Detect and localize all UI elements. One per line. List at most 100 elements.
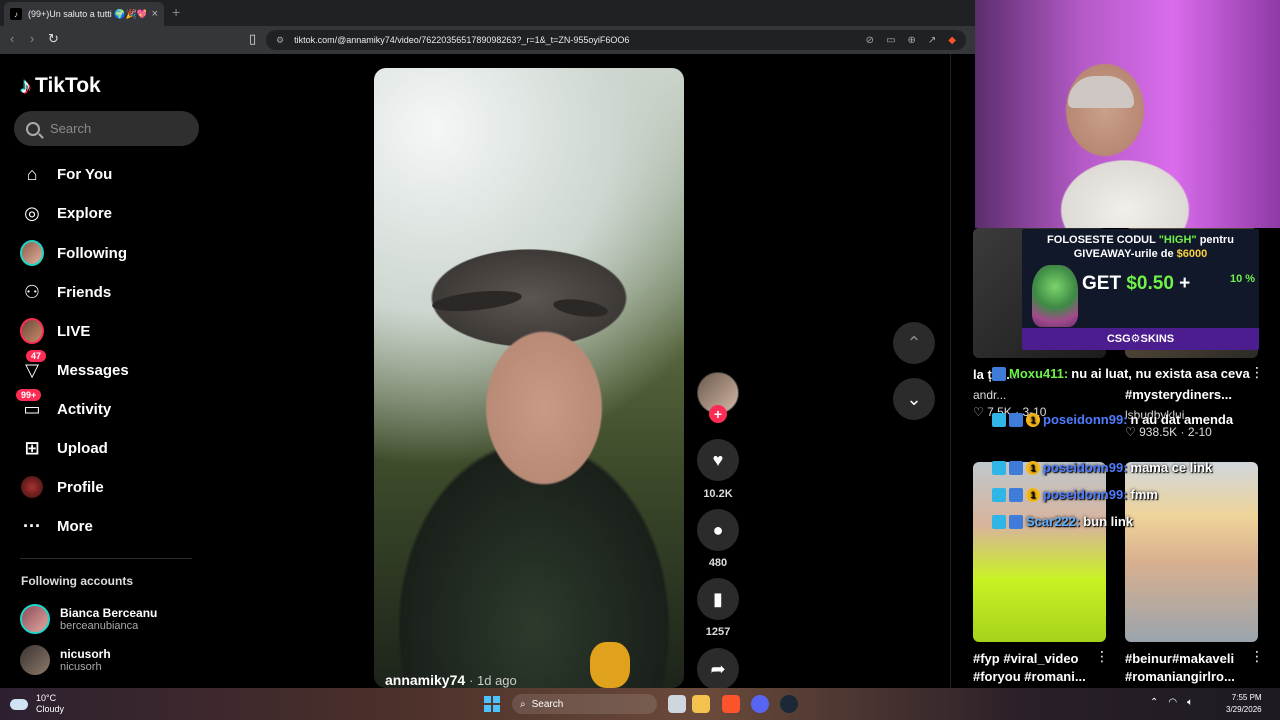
post-time: · 1d ago <box>469 673 517 688</box>
like-button[interactable]: ♥ <box>697 439 739 481</box>
nav-following[interactable]: Following <box>20 239 127 267</box>
chat-badge-icon <box>992 412 1006 427</box>
bookmark-icon[interactable]: ▯ <box>249 31 256 47</box>
promo-amount: $6000 <box>1176 248 1208 260</box>
column-divider <box>950 54 951 688</box>
video-caption[interactable]: #fyp #viral_video #foryou #romani... <box>973 650 1103 686</box>
following-account[interactable]: Bianca Berceanu berceanubianca <box>20 604 157 634</box>
brave-shield-icon[interactable]: ◆ <box>948 35 956 46</box>
task-view-icon[interactable] <box>668 695 686 713</box>
nav-more[interactable]: ··· More <box>20 512 93 540</box>
new-tab-button[interactable]: + <box>172 4 180 20</box>
steam-icon[interactable] <box>780 695 798 713</box>
search-input[interactable]: Search <box>14 111 199 146</box>
zoom-icon[interactable]: ⊕ <box>908 35 916 46</box>
chat-user: poseidonn99: <box>1043 460 1128 475</box>
video-caption[interactable]: #mysterydiners... <box>1125 386 1232 404</box>
chat-badge-icon <box>992 514 1006 529</box>
share-arrow-icon: ➦ <box>710 658 726 679</box>
following-account[interactable]: nicusorh nicusorh <box>20 645 111 675</box>
friends-icon: ⚇ <box>23 281 41 302</box>
chat-badge-icon <box>1009 412 1023 427</box>
forward-icon[interactable]: › <box>30 31 34 46</box>
compass-icon: ◎ <box>24 202 40 223</box>
clock-time: 7:55 PM <box>1231 693 1262 702</box>
avatar <box>20 604 50 634</box>
tab-close-icon[interactable]: × <box>152 8 158 20</box>
video-author[interactable]: annamiky74 · 1d ago <box>385 672 517 688</box>
share-button[interactable]: ➦ <box>697 648 739 690</box>
chat-badge-icon <box>992 487 1006 502</box>
volume-icon[interactable]: 🔈︎ <box>1187 697 1193 708</box>
nav-live[interactable]: LIVE <box>20 317 90 345</box>
share-icon[interactable]: ↗ <box>928 35 936 46</box>
messages-badge: 47 <box>26 350 47 362</box>
chevron-up-icon[interactable]: ⌃ <box>1150 697 1158 708</box>
video-player[interactable] <box>374 68 684 688</box>
previous-video-button[interactable]: ⌃ <box>893 322 935 364</box>
taskbar-clock[interactable]: 7:55 PM 3/29/2026 <box>1226 692 1262 716</box>
tiktok-logo[interactable]: ♪ TikTok <box>20 73 101 99</box>
promo-get: GET <box>1082 273 1122 294</box>
system-tray: ⌃ ◠ 🔈︎ <box>1150 697 1193 708</box>
account-name: Bianca Berceanu <box>60 606 158 620</box>
promo-code: "HIGH" <box>1158 234 1197 246</box>
nav-friends[interactable]: ⚇ Friends <box>20 278 111 306</box>
clock-date: 3/29/2026 <box>1226 705 1262 714</box>
nav-upload[interactable]: ⊞ Upload <box>20 434 107 462</box>
follow-plus-icon[interactable]: + <box>709 405 727 423</box>
search-icon <box>26 121 40 136</box>
nav-profile[interactable]: Profile <box>20 473 104 501</box>
tracking-icon[interactable]: ⊘ <box>866 35 874 46</box>
video-frame-detail <box>590 642 630 688</box>
weather-widget[interactable]: 10°C Cloudy <box>10 693 64 715</box>
discord-icon[interactable] <box>751 695 769 713</box>
file-explorer-icon[interactable] <box>692 695 710 713</box>
site-info-icon[interactable]: ⚙ <box>276 35 284 46</box>
upload-icon: ⊞ <box>24 437 40 458</box>
nav-explore[interactable]: ◎ Explore <box>20 199 112 227</box>
cloud-icon <box>10 698 28 710</box>
promo-line1b: pentru <box>1199 234 1234 246</box>
profile-icon <box>20 475 44 499</box>
windows-start-icon[interactable] <box>484 696 500 712</box>
reader-icon[interactable]: ▭ <box>886 35 895 46</box>
chat-text: mama ce link <box>1130 460 1213 475</box>
save-button[interactable]: ▮ <box>697 578 739 620</box>
taskbar-search-label: Search <box>531 698 564 710</box>
nav-for-you[interactable]: ⌂ For You <box>20 160 113 188</box>
back-icon[interactable]: ‹ <box>10 31 14 46</box>
browser-tab[interactable]: ♪ (99+)Un saluto a tutti 🌍🎉💖🍕 × <box>4 2 164 26</box>
video-author[interactable]: andr... <box>973 388 1006 402</box>
video-stats: ♡ 938.5K · 2-10 <box>1125 425 1212 439</box>
address-bar[interactable]: ⚙ tiktok.com/@annamiky74/video/762203565… <box>266 30 966 50</box>
chat-badge-icon <box>992 460 1006 475</box>
inbox-icon: ▽ 47 <box>20 350 47 382</box>
nav-messages[interactable]: ▽ 47 Messages <box>20 350 129 384</box>
comment-button[interactable]: ● <box>697 509 739 551</box>
chat-message: 1 poseidonn99: mama ce link <box>992 460 1212 475</box>
promo-line1: FOLOSESTE CODUL <box>1047 234 1156 246</box>
brave-browser-icon[interactable] <box>722 695 740 713</box>
nav-label: Messages <box>57 361 129 379</box>
chat-user: Moxu411: <box>1009 366 1069 381</box>
next-video-button[interactable]: ⌄ <box>893 378 935 420</box>
more-options-icon[interactable]: ⋮ <box>1095 648 1109 665</box>
video-caption[interactable]: #beinur#makaveli #romaniangirlro... <box>1125 650 1255 686</box>
account-handle: nicusorh <box>60 661 102 673</box>
more-options-icon[interactable]: ⋮ <box>1250 648 1264 665</box>
nav-activity[interactable]: ▭ 99+ Activity <box>16 389 111 423</box>
chat-text: fmm <box>1130 487 1158 502</box>
nav-label: Profile <box>57 478 104 496</box>
coin-icon: 1 <box>1026 460 1040 475</box>
taskbar-search[interactable]: ⌕ Search <box>512 694 657 714</box>
wifi-icon[interactable]: ◠ <box>1168 697 1177 708</box>
post-date: 2-10 <box>1187 425 1212 439</box>
reload-icon[interactable]: ↻ <box>48 31 59 47</box>
streamer-webcam <box>975 0 1280 228</box>
weather-condition: Cloudy <box>36 704 65 714</box>
chevron-up-icon: ⌃ <box>906 332 922 353</box>
chat-message: Scar222: bun link <box>992 514 1133 529</box>
avatar-icon <box>20 240 44 266</box>
promo-plus: + <box>1179 273 1191 294</box>
